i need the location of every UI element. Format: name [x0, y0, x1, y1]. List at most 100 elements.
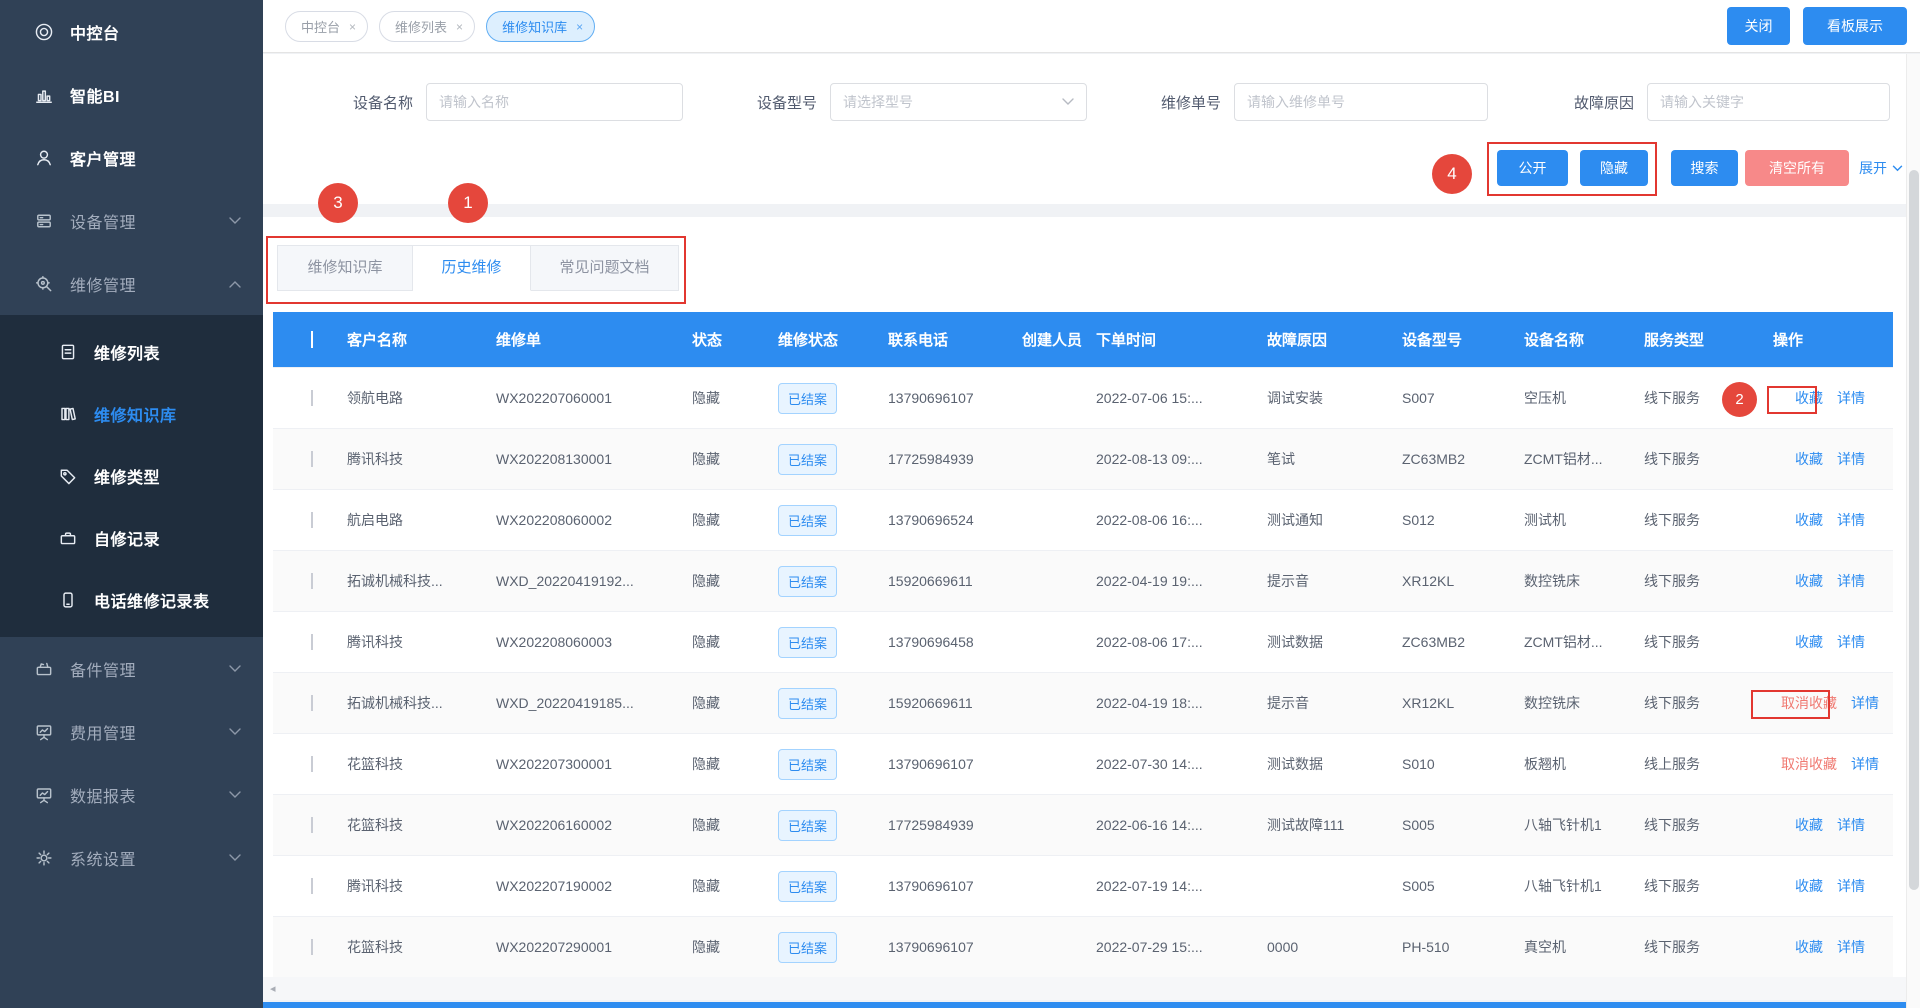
board-display-button[interactable]: 看板展示 [1803, 7, 1907, 45]
expand-label: 展开 [1859, 158, 1887, 178]
sidebar-item-kit[interactable]: 备件管理 [0, 637, 263, 700]
tab-常见问题文档[interactable]: 常见问题文档 [531, 245, 679, 291]
row-checkbox[interactable] [311, 512, 313, 528]
clear-all-button[interactable]: 清空所有 [1745, 150, 1849, 186]
device-name: 板翘机 [1524, 754, 1644, 774]
sidebar-item-dashboard[interactable]: 中控台 [0, 0, 263, 63]
chart-icon [33, 84, 55, 106]
select-all-checkbox[interactable] [311, 331, 313, 348]
tab-历史维修[interactable]: 历史维修 [413, 245, 531, 291]
filter-input[interactable]: 请输入名称 [426, 83, 683, 121]
fault-reason: 0000 [1267, 939, 1402, 955]
favorite-link[interactable]: 收藏 [1795, 449, 1823, 469]
vertical-scrollbar-thumb[interactable] [1909, 170, 1919, 890]
filter-select[interactable]: 请选择型号 [830, 83, 1087, 121]
vertical-scrollbar[interactable] [1906, 54, 1920, 1008]
user-icon [33, 147, 55, 169]
sidebar-item-list[interactable]: 维修列表 [0, 321, 263, 383]
favorite-link[interactable]: 收藏 [1795, 632, 1823, 652]
sidebar-item-board[interactable]: 数据报表 [0, 763, 263, 826]
row-checkbox[interactable] [311, 878, 313, 894]
chevron-down-icon [229, 791, 241, 799]
detail-link[interactable]: 详情 [1837, 876, 1865, 896]
sidebar-item-chart[interactable]: 智能BI [0, 63, 263, 126]
detail-link[interactable]: 详情 [1837, 449, 1865, 469]
row-checkbox[interactable] [311, 695, 313, 711]
row-checkbox[interactable] [311, 390, 313, 406]
close-tag-icon[interactable]: × [576, 20, 583, 34]
row-checkbox[interactable] [311, 756, 313, 772]
detail-link[interactable]: 详情 [1837, 571, 1865, 591]
visibility-status: 隐藏 [692, 937, 778, 957]
scroll-left-icon[interactable]: ◂ [270, 982, 276, 995]
device-name: 八轴飞针机1 [1524, 815, 1644, 835]
sidebar-item-tag[interactable]: 维修类型 [0, 445, 263, 507]
device-model: ZC63MB2 [1402, 451, 1524, 467]
sidebar-item-gear[interactable]: 系统设置 [0, 826, 263, 889]
favorite-link[interactable]: 收藏 [1795, 571, 1823, 591]
favorite-link[interactable]: 收藏 [1795, 815, 1823, 835]
sidebar-item-board[interactable]: 费用管理 [0, 700, 263, 763]
detail-link[interactable]: 详情 [1837, 937, 1865, 957]
page-tag-label: 维修知识库 [502, 17, 567, 36]
column-header: 设备名称 [1524, 329, 1644, 350]
page-tag[interactable]: 维修知识库 × [486, 11, 595, 42]
row-checkbox[interactable] [311, 817, 313, 833]
contact-phone: 17725984939 [888, 817, 1022, 833]
filter-group: 设备型号请选择型号 [751, 83, 1087, 121]
repair-status-badge: 已结案 [778, 749, 837, 780]
sidebar-item-toolbox[interactable]: 自修记录 [0, 507, 263, 569]
sidebar-item-device[interactable]: 设备管理 [0, 189, 263, 252]
column-header: 状态 [692, 329, 778, 350]
device-name: 测试机 [1524, 510, 1644, 530]
row-checkbox[interactable] [311, 451, 313, 467]
favorite-link[interactable]: 收藏 [1795, 388, 1823, 408]
sidebar-item-books[interactable]: 维修知识库 [0, 383, 263, 445]
detail-link[interactable]: 详情 [1837, 388, 1865, 408]
close-button[interactable]: 关闭 [1727, 7, 1790, 45]
detail-link[interactable]: 详情 [1851, 693, 1879, 713]
sidebar-item-repair[interactable]: 维修管理 [0, 252, 263, 315]
contact-phone: 13790696107 [888, 939, 1022, 955]
tab-维修知识库[interactable]: 维修知识库 [277, 245, 413, 291]
favorite-link[interactable]: 收藏 [1795, 876, 1823, 896]
favorite-link[interactable]: 取消收藏 [1781, 754, 1837, 774]
sidebar-menu: 中控台智能BI 客户管理设备管理维修管理维修列表维修知识库维修类型自修记录电话维修… [0, 0, 263, 889]
favorite-link[interactable]: 收藏 [1795, 937, 1823, 957]
detail-link[interactable]: 详情 [1837, 815, 1865, 835]
filter-group: 维修单号请输入维修单号 [1155, 83, 1488, 121]
favorite-link[interactable]: 收藏 [1795, 510, 1823, 530]
row-checkbox[interactable] [311, 634, 313, 650]
filter-label: 维修单号 [1155, 92, 1221, 113]
close-tag-icon[interactable]: × [349, 20, 356, 34]
filter-input[interactable]: 请输入维修单号 [1234, 83, 1488, 121]
search-button[interactable]: 搜索 [1671, 150, 1738, 186]
device-name: ZCMT铝材... [1524, 449, 1644, 469]
publish-button[interactable]: 公开 [1497, 150, 1568, 186]
device-model: S005 [1402, 878, 1524, 894]
hide-button[interactable]: 隐藏 [1580, 150, 1648, 186]
detail-link[interactable]: 详情 [1837, 632, 1865, 652]
device-name: 数控铣床 [1524, 693, 1644, 713]
sidebar-item-user[interactable]: 客户管理 [0, 126, 263, 189]
detail-link[interactable]: 详情 [1837, 510, 1865, 530]
order-time: 2022-07-19 14:... [1096, 878, 1267, 894]
table-row: 花篮科技WX202207300001隐藏已结案137906961072022-0… [273, 733, 1893, 794]
row-checkbox[interactable] [311, 939, 313, 955]
sidebar-item-label: 维修类型 [94, 464, 160, 488]
expand-button[interactable]: 展开 [1859, 158, 1903, 178]
row-checkbox[interactable] [311, 573, 313, 589]
page-tag[interactable]: 维修列表× [379, 11, 475, 42]
sidebar-item-phone[interactable]: 电话维修记录表 [0, 569, 263, 631]
page-tag[interactable]: 中控台× [285, 11, 368, 42]
repair-order-no: WX202208060002 [496, 512, 692, 528]
close-tag-icon[interactable]: × [456, 20, 463, 34]
detail-link[interactable]: 详情 [1851, 754, 1879, 774]
service-type: 线下服务 [1644, 449, 1773, 469]
sidebar-item-label: 智能BI [70, 83, 120, 107]
favorite-link[interactable]: 取消收藏 [1781, 693, 1837, 713]
visibility-status: 隐藏 [692, 510, 778, 530]
filter-input[interactable]: 请输入关键字 [1647, 83, 1890, 121]
horizontal-scrollbar[interactable]: ◂ ▸ [263, 977, 1920, 1000]
service-type: 线下服务 [1644, 937, 1773, 957]
